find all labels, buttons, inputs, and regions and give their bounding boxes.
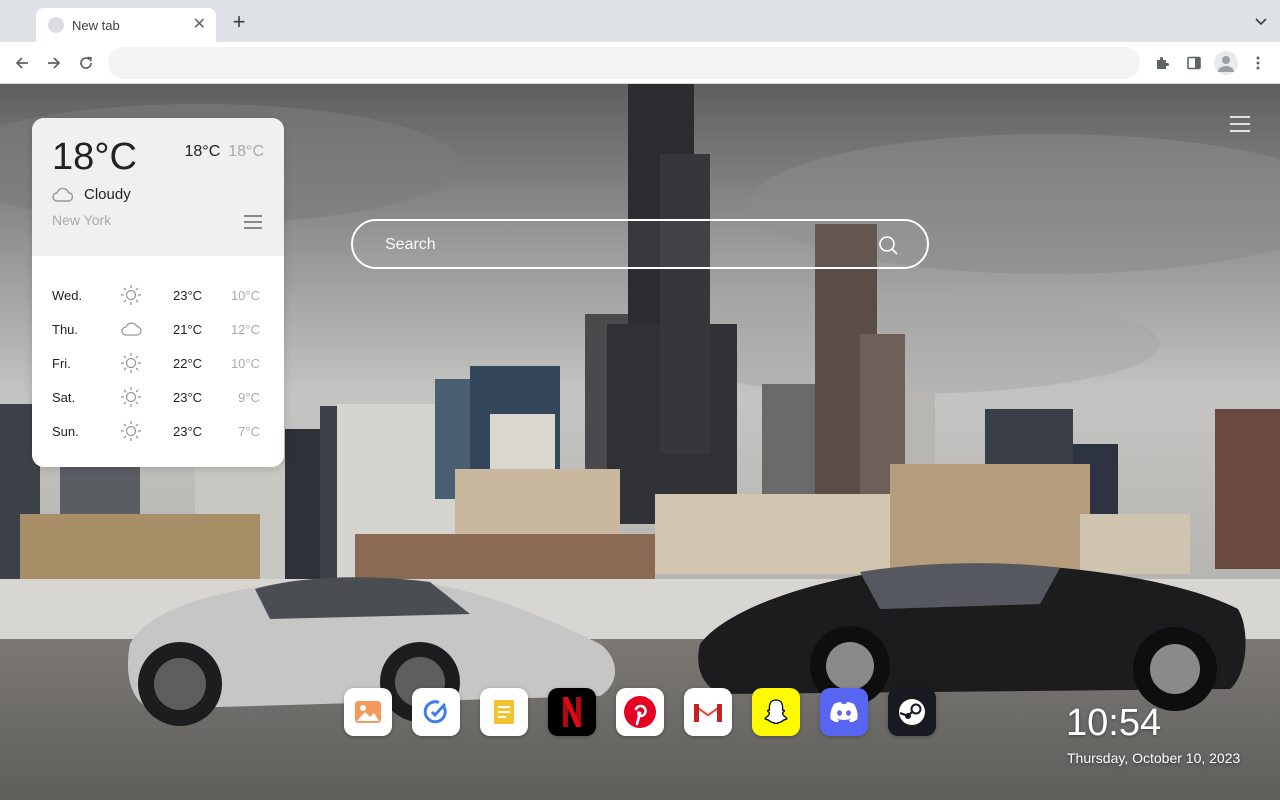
forecast-day: Thu.: [52, 322, 79, 337]
new-tab-page: 18°C 18°C 18°C Cloudy New York Wed. 23°C …: [0, 84, 1280, 800]
forecast-high: 23°C: [173, 424, 203, 439]
reload-icon: [80, 56, 92, 69]
forecast-day: Sun.: [52, 424, 79, 439]
forecast-day: Fri.: [52, 356, 71, 371]
forecast-row: Sat. 23°C 9°C: [32, 380, 284, 414]
forecast-low: 7°C: [238, 424, 260, 439]
tab-search-chevron-icon[interactable]: [1254, 14, 1268, 28]
steam-app-button[interactable]: [888, 688, 936, 736]
temperature-range: 18°C 18°C: [185, 143, 265, 161]
search-input[interactable]: [383, 221, 867, 269]
forecast-low: 12°C: [230, 322, 260, 337]
clock-time: 10:54: [1066, 702, 1162, 744]
steam-icon: [899, 699, 925, 725]
cloud-icon: [52, 187, 74, 202]
forecast-high: 21°C: [173, 322, 203, 337]
person-icon: [1218, 56, 1234, 72]
browser-menu-button[interactable]: [1248, 53, 1268, 73]
tab-title: New tab: [72, 17, 120, 33]
close-tab-icon[interactable]: ✕: [193, 17, 206, 33]
kebab-menu-icon: [1256, 56, 1260, 70]
tasks-app-button[interactable]: [412, 688, 460, 736]
gmail-app-button[interactable]: [684, 688, 732, 736]
new-tab-button[interactable]: +: [228, 11, 250, 33]
notes-app-button[interactable]: [480, 688, 528, 736]
snapchat-app-button[interactable]: [752, 688, 800, 736]
forward-button[interactable]: [44, 53, 64, 73]
forecast-high: 22°C: [173, 356, 203, 371]
search-icon[interactable]: [877, 234, 899, 256]
profile-avatar[interactable]: [1214, 51, 1238, 75]
forecast-day: Wed.: [52, 288, 83, 303]
forecast-row: Fri. 22°C 10°C: [32, 346, 284, 380]
weather-menu-icon[interactable]: [244, 215, 262, 229]
weather-condition: Cloudy: [52, 186, 131, 203]
app-dock: [344, 688, 936, 736]
side-panel-icon: [1187, 56, 1201, 70]
page-menu-icon[interactable]: [1230, 116, 1250, 132]
tab-new-tab[interactable]: New tab ✕: [36, 8, 216, 42]
cloud-icon: [121, 322, 142, 336]
condition-label: Cloudy: [84, 186, 131, 203]
forecast-low: 10°C: [230, 356, 260, 371]
weather-current: 18°C 18°C 18°C Cloudy New York: [32, 118, 284, 256]
forecast-row: Sun. 23°C 7°C: [32, 414, 284, 448]
netflix-icon: [563, 697, 581, 727]
notes-icon: [494, 700, 514, 724]
photos-app-button[interactable]: [344, 688, 392, 736]
netflix-app-button[interactable]: [548, 688, 596, 736]
forecast-high: 23°C: [173, 288, 203, 303]
forecast-row: Wed. 23°C 10°C: [32, 278, 284, 312]
low-temperature: 18°C: [228, 143, 264, 160]
back-button[interactable]: [12, 53, 32, 73]
forecast-list: Wed. 23°C 10°C Thu. 21°C 12°C Fri. 22°C …: [32, 278, 284, 448]
sun-icon: [121, 285, 141, 305]
snapchat-icon: [764, 699, 788, 725]
forecast-row: Thu. 21°C 12°C: [32, 312, 284, 346]
arrow-right-icon: [48, 57, 61, 69]
tasks-icon: [423, 700, 447, 724]
forecast-high: 23°C: [173, 390, 203, 405]
forecast-low: 9°C: [238, 390, 260, 405]
discord-app-button[interactable]: [820, 688, 868, 736]
browser-toolbar: [0, 42, 1280, 84]
sun-icon: [121, 353, 141, 373]
photos-icon: [355, 701, 381, 723]
sun-icon: [121, 421, 141, 441]
high-temperature: 18°C: [184, 143, 221, 160]
pinterest-app-button[interactable]: [616, 688, 664, 736]
pinterest-icon: [624, 696, 656, 728]
side-panel-button[interactable]: [1184, 53, 1204, 73]
puzzle-icon: [1157, 57, 1169, 69]
forecast-day: Sat.: [52, 390, 76, 405]
gmail-icon: [694, 704, 722, 722]
search-box[interactable]: [351, 219, 929, 269]
city-name: New York: [52, 212, 112, 228]
clock-date: Thursday, October 10, 2023: [1067, 750, 1241, 766]
extensions-button[interactable]: [1152, 53, 1172, 73]
sun-icon: [121, 387, 141, 407]
reload-button[interactable]: [76, 53, 96, 73]
weather-widget[interactable]: 18°C 18°C 18°C Cloudy New York Wed. 23°C …: [32, 118, 284, 467]
current-temperature: 18°C: [52, 136, 137, 178]
arrow-left-icon: [15, 57, 28, 69]
favicon-icon: [48, 17, 64, 33]
address-bar[interactable]: [108, 47, 1140, 79]
forecast-low: 10°C: [230, 288, 260, 303]
tab-strip: New tab ✕ +: [0, 0, 1280, 42]
discord-icon: [830, 702, 858, 723]
